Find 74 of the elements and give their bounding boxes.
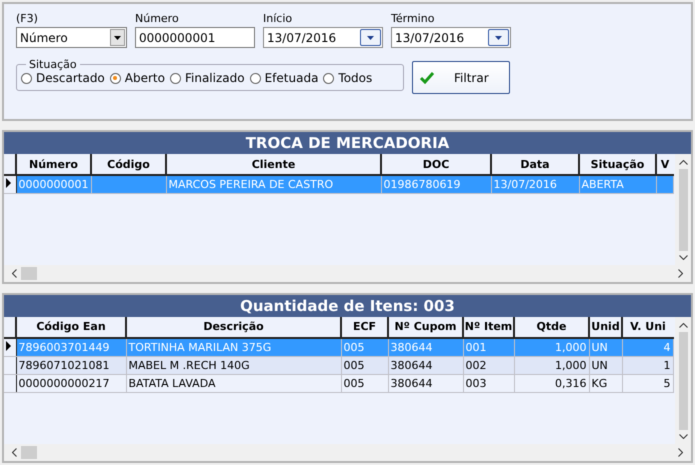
table-cell: 002 [466,358,486,372]
table-cell: TORTINHA MARILAN 375G [128,340,272,354]
table-cell: UN [592,358,608,372]
table-cell: 1,000 [555,358,586,372]
column-header[interactable]: Código Ean [16,316,126,338]
search-by-dropdown[interactable]: Número [16,27,127,48]
table-cell: 005 [344,358,364,372]
checkmark-icon [420,72,434,84]
table-cell: 7896071021081 [18,358,110,372]
column-header[interactable]: Qtde [514,316,589,338]
status-radio[interactable]: Descartado [21,71,105,85]
field-label: Início [263,12,294,25]
table-row[interactable]: 0000000000217 BATATA LAVADA 005 380644 003 0,316 KG 5 [4,374,673,392]
start-date-picker[interactable]: 13/07/2016 [263,27,383,48]
end-date-picker[interactable]: 13/07/2016 [391,27,511,48]
table-cell: 1,000 [555,340,586,354]
status-radio[interactable]: Efetuada [250,71,318,85]
table-cell: 4 [664,340,670,354]
table-row[interactable]: 7896071021081 MABEL M .RECH 140G 005 380644 002 1,000 UN 1 [4,356,673,374]
column-header[interactable]: ECF [341,316,388,338]
column-header[interactable]: Número [16,154,91,176]
column-header[interactable]: Descrição [126,316,341,338]
table-cell: 13/07/2016 [494,178,557,192]
column-header[interactable]: Situação [579,154,656,176]
table-cell: 380644 [390,340,432,354]
table-cell: 0000000001 [18,178,88,192]
table-cell: 003 [466,376,486,390]
field-label: (F3) [16,12,39,25]
column-header[interactable]: Código [91,154,166,176]
horizontal-scrollbar[interactable] [4,264,691,282]
group-label: Situação [28,58,78,71]
scrollbar-thumb[interactable] [678,169,688,251]
column-header[interactable]: V. Uni [622,316,673,338]
column-header[interactable]: DOC [381,154,491,176]
status-radio[interactable]: Finalizado [170,71,245,85]
column-header[interactable]: Nº Cupom [388,316,463,338]
status-radio[interactable]: Todos [323,71,372,85]
number-field[interactable]: 0000000001 [135,27,255,48]
scrollbar-thumb[interactable] [21,446,37,459]
vertical-scrollbar[interactable] [675,316,691,444]
table-cell: BATATA LAVADA [128,376,216,390]
horizontal-scrollbar[interactable] [4,444,691,461]
column-header[interactable]: V [656,154,673,176]
column-header[interactable]: Cliente [166,154,381,176]
status-radio[interactable]: Aberto [110,71,165,85]
table-cell: MARCOS PEREIRA DE CASTRO [168,178,334,192]
field-label: Número [135,12,180,25]
table-cell: 380644 [390,376,432,390]
table-cell: 380644 [390,358,432,372]
table-cell: UN [592,340,608,354]
table-cell: 005 [344,340,364,354]
table-cell: 0000000000217 [18,376,110,390]
table-cell: 5 [664,376,670,390]
column-header[interactable]: Data [491,154,579,176]
table-cell: 01986780619 [384,178,460,192]
grid-title: Quantidade de Itens: 003 [4,294,691,317]
row-pointer-icon [6,340,11,351]
table-cell: KG [592,376,608,390]
row-pointer-icon [6,178,11,188]
table-cell: 005 [344,376,364,390]
vertical-scrollbar[interactable] [675,154,691,265]
table-cell: ABERTA [582,178,624,192]
field-label: Término [391,12,436,25]
table-cell: 0,316 [555,376,586,390]
scrollbar-thumb[interactable] [21,266,37,280]
table-cell: 1 [664,358,670,372]
table-cell: 7896003701449 [18,340,110,354]
column-header[interactable]: Unid [589,316,622,338]
filter-button[interactable]: Filtrar [412,61,510,94]
grid-title: TROCA DE MERCADORIA [4,132,691,154]
scrollbar-thumb[interactable] [678,332,688,430]
table-cell: 001 [466,340,486,354]
table-cell: MABEL M .RECH 140G [128,358,250,372]
column-header[interactable]: Nº Item [463,316,514,338]
